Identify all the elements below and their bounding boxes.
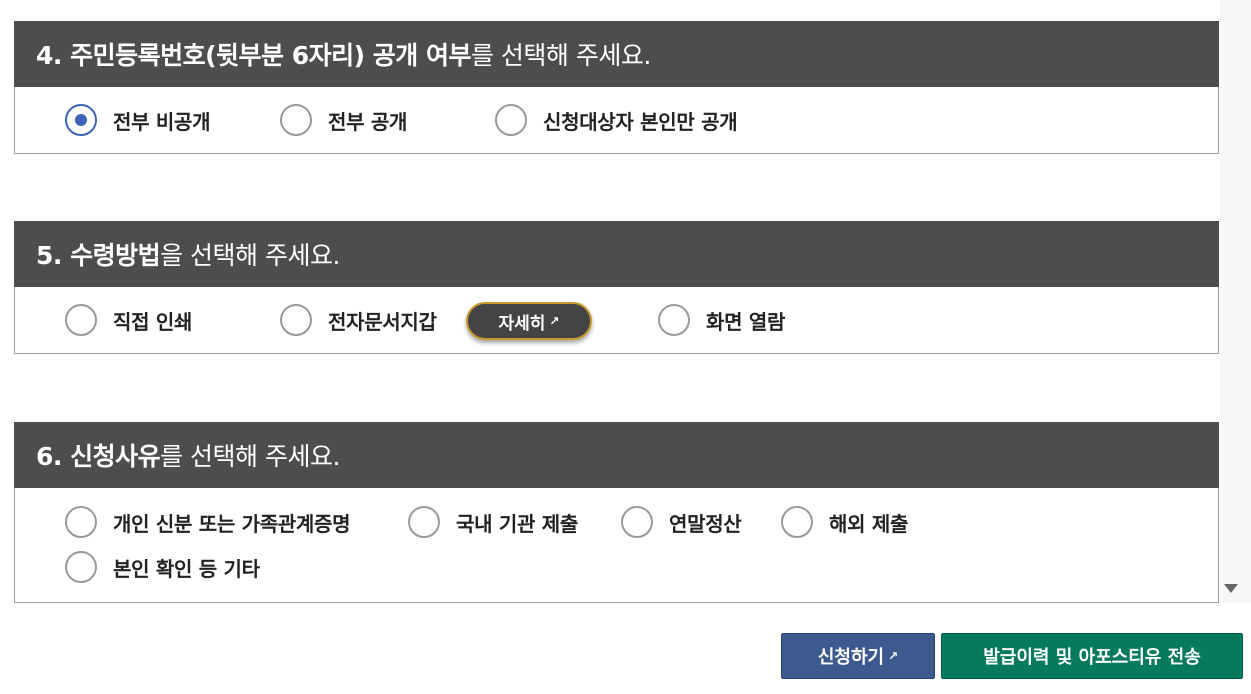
- apply-button[interactable]: 신청하기 ↗: [781, 633, 935, 679]
- radio-option-screen-view[interactable]: 화면 열람: [658, 304, 785, 336]
- section-title-suffix: 를 선택해 주세요.: [160, 442, 340, 471]
- radio-option-all-public[interactable]: 전부 공개: [280, 104, 407, 136]
- send-apostille-button[interactable]: 발급이력 및 아포스티유 전송: [941, 633, 1243, 679]
- radio-unchecked-icon[interactable]: [408, 506, 440, 538]
- section-header: 5. 수령방법 을 선택해 주세요.: [14, 221, 1219, 287]
- external-link-icon: ↗: [888, 649, 899, 663]
- radio-unchecked-icon[interactable]: [65, 551, 97, 583]
- radio-unchecked-icon[interactable]: [65, 506, 97, 538]
- radio-option-other[interactable]: 본인 확인 등 기타: [65, 551, 260, 583]
- section-title: 4. 주민등록번호(뒷부분 6자리) 공개 여부: [36, 41, 471, 70]
- scrollbar-track[interactable]: [1220, 0, 1251, 603]
- external-link-icon: ↗: [549, 314, 560, 328]
- section-options: 개인 신분 또는 가족관계증명 국내 기관 제출 연말정산 해외 제출 본인 확…: [14, 488, 1219, 603]
- section-title-suffix: 를 선택해 주세요.: [470, 41, 651, 70]
- section-title: 6. 신청사유: [36, 442, 161, 471]
- radio-unchecked-icon[interactable]: [621, 506, 653, 538]
- section-header: 4. 주민등록번호(뒷부분 6자리) 공개 여부 를 선택해 주세요.: [14, 21, 1219, 87]
- radio-label: 국내 기관 제출: [456, 511, 578, 536]
- radio-option-overseas[interactable]: 해외 제출: [781, 506, 908, 538]
- radio-option-all-private[interactable]: 전부 비공개: [65, 104, 210, 136]
- radio-unchecked-icon[interactable]: [280, 304, 312, 336]
- radio-option-self-only[interactable]: 신청대상자 본인만 공개: [495, 104, 738, 136]
- radio-option-identity-family[interactable]: 개인 신분 또는 가족관계증명: [65, 506, 351, 538]
- radio-option-year-end-tax[interactable]: 연말정산: [621, 506, 742, 538]
- radio-label: 전부 공개: [328, 109, 408, 134]
- radio-label: 화면 열람: [706, 309, 786, 334]
- radio-label: 해외 제출: [829, 511, 909, 536]
- scroll-down-arrow-icon[interactable]: [1224, 584, 1238, 593]
- detail-button-label: 자세히: [498, 313, 546, 334]
- radio-option-direct-print[interactable]: 직접 인쇄: [65, 304, 192, 336]
- radio-unchecked-icon[interactable]: [495, 104, 527, 136]
- radio-unchecked-icon[interactable]: [280, 104, 312, 136]
- radio-label: 직접 인쇄: [113, 309, 193, 334]
- section-title: 5. 수령방법: [36, 241, 161, 270]
- radio-label: 전자문서지갑: [328, 309, 437, 334]
- radio-label: 본인 확인 등 기타: [113, 556, 260, 581]
- apply-button-label: 신청하기: [817, 647, 885, 668]
- radio-unchecked-icon[interactable]: [65, 304, 97, 336]
- radio-checked-icon[interactable]: [65, 104, 97, 136]
- radio-label: 개인 신분 또는 가족관계증명: [113, 511, 351, 536]
- radio-label: 전부 비공개: [113, 109, 211, 134]
- radio-unchecked-icon[interactable]: [781, 506, 813, 538]
- radio-unchecked-icon[interactable]: [658, 304, 690, 336]
- section-options: 직접 인쇄 전자문서지갑 자세히 ↗ 화면 열람: [14, 287, 1219, 354]
- radio-option-domestic-agency[interactable]: 국내 기관 제출: [408, 506, 578, 538]
- section-resident-number-disclosure: 4. 주민등록번호(뒷부분 6자리) 공개 여부 를 선택해 주세요. 전부 비공…: [14, 21, 1219, 154]
- section-header: 6. 신청사유 를 선택해 주세요.: [14, 422, 1219, 488]
- radio-label: 신청대상자 본인만 공개: [543, 109, 738, 134]
- radio-label: 연말정산: [669, 511, 742, 536]
- radio-option-e-wallet[interactable]: 전자문서지갑: [280, 304, 437, 336]
- send-button-label: 발급이력 및 아포스티유 전송: [983, 647, 1201, 668]
- section-application-reason: 6. 신청사유 를 선택해 주세요. 개인 신분 또는 가족관계증명 국내 기관 …: [14, 422, 1219, 603]
- section-options: 전부 비공개 전부 공개 신청대상자 본인만 공개: [14, 87, 1219, 154]
- detail-button[interactable]: 자세히 ↗: [466, 302, 592, 340]
- section-receipt-method: 5. 수령방법 을 선택해 주세요. 직접 인쇄 전자문서지갑 자세히 ↗ 화면 …: [14, 221, 1219, 354]
- section-title-suffix: 을 선택해 주세요.: [160, 241, 340, 270]
